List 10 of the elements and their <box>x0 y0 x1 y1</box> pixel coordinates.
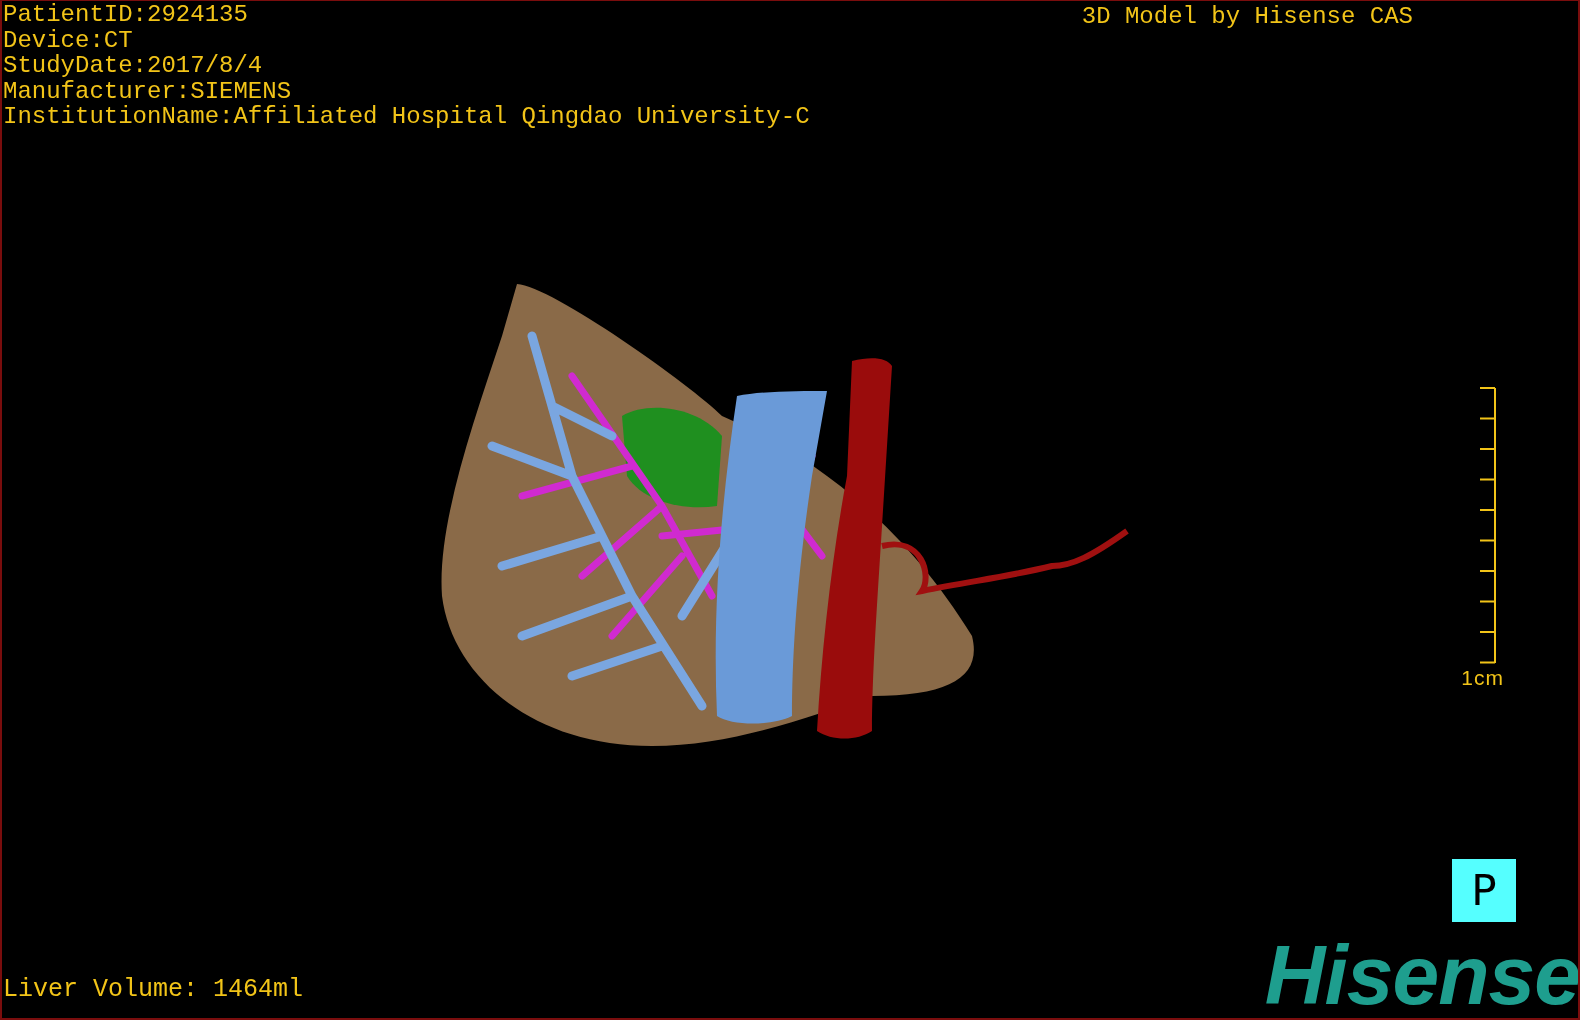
patient-info-text: Device:CT <box>3 27 133 53</box>
brand-logo: Hisense <box>1264 936 1578 1014</box>
patient-info-text: Manufacturer:SIEMENS <box>3 78 292 104</box>
orientation-button[interactable]: P <box>1452 858 1516 922</box>
model-title: 3D Model by Hisense CAS <box>1081 2 1413 32</box>
patient-info-text: InstitutionName:Affiliated Hospital Qingdao University-C <box>3 104 810 130</box>
scale-label: 1cm <box>1461 665 1504 690</box>
patient-info-text: StudyDate:2017/8/4 <box>3 53 263 79</box>
patient-info-text: PatientID:2924135 <box>3 2 248 28</box>
liver-volume-text: Liver Volume: 1464ml <box>2 976 304 1006</box>
